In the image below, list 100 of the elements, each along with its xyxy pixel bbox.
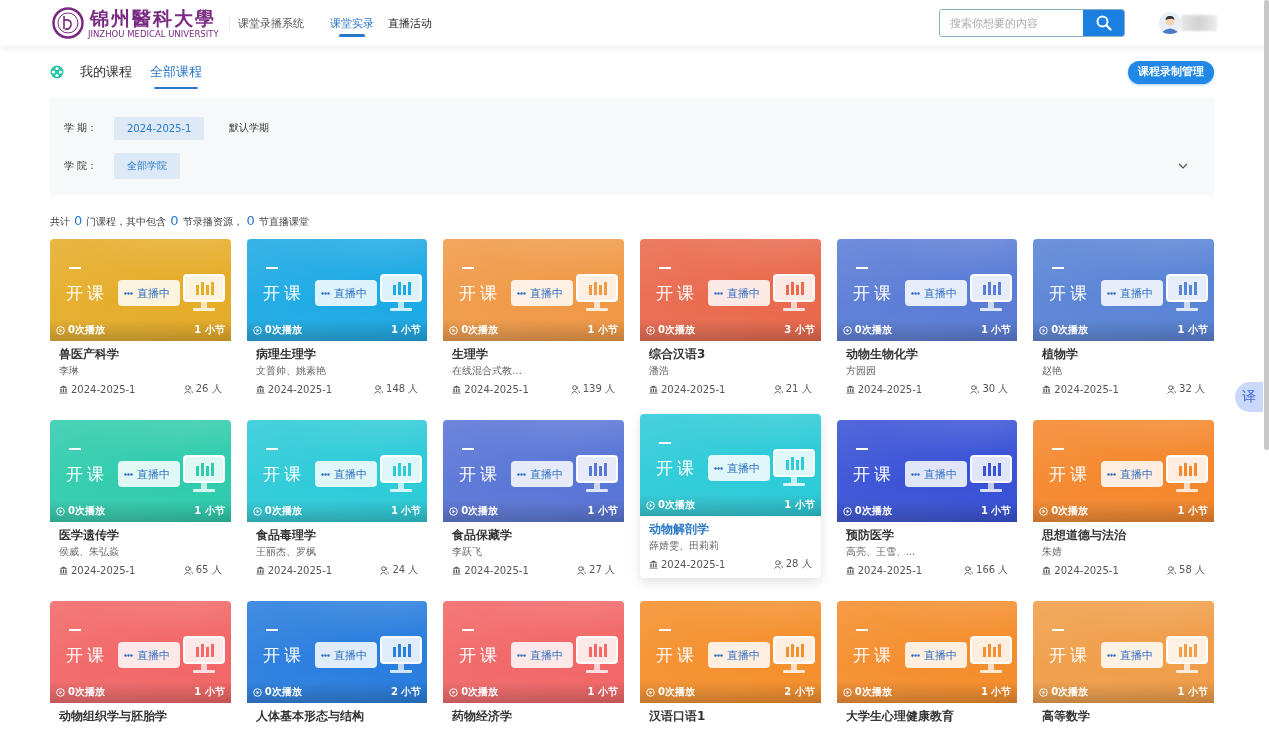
monitor-icon [378,635,423,675]
dash-mark [462,448,475,450]
teacher-names: 在线混合式教... [452,364,523,377]
lesson-count: 1 小节 [194,685,225,699]
monitor-icon [575,454,620,494]
course-tab[interactable]: 我的课程 [78,59,134,85]
play-icon [1039,687,1049,697]
banner-text: 开课 [66,283,108,303]
live-badge: 直播中 [708,280,770,306]
course-title: 植物学 [1042,346,1080,362]
term-label: 2024-2025-1 [255,383,333,395]
play-icon [252,506,262,516]
system-name: 课堂录播系统 [228,15,304,31]
live-badge: 直播中 [904,642,967,668]
play-icon [449,325,459,335]
play-icon [252,325,262,335]
term-label: 2024-2025-1 [649,558,726,570]
monitor-icon [1165,273,1210,313]
play-count: 0次播放 [449,504,499,518]
term-label: 2024-2025-1 [59,383,136,395]
lesson-count: 1 小节 [194,504,225,518]
lesson-count: 3 小节 [784,323,815,337]
play-count: 0次播放 [842,323,892,337]
search-button[interactable] [1083,10,1124,36]
term-label: 2024-2025-1 [845,564,923,576]
play-icon [1039,506,1049,516]
play-count: 0次播放 [1039,685,1089,699]
student-count: 28 人 [773,557,812,571]
live-badge: 直播中 [904,280,967,306]
teacher-names: 文普帅、姚素艳 [255,364,327,377]
building-icon [1042,384,1052,394]
student-count: 30 人 [970,382,1009,396]
people-icon [970,384,980,394]
university-logo[interactable]: 锦州醫科大學 JINZHOU MEDICAL UNIVERSITY [52,7,219,39]
lesson-count: 1 小节 [784,498,815,512]
live-badge: 直播中 [118,642,180,668]
building-icon [452,384,462,394]
student-count: 21 人 [773,382,812,396]
dash-mark [69,448,81,450]
scrollbar[interactable] [1264,0,1269,450]
monitor-icon [182,273,226,313]
play-icon [449,687,459,697]
filter-option[interactable]: 默认学期 [216,115,283,141]
monitor-icon [1165,635,1210,675]
filter-label: 学 期： [64,121,99,135]
dash-mark [265,448,278,450]
lesson-count: 2 小节 [784,685,815,699]
play-count: 0次播放 [646,498,695,512]
play-icon [842,687,852,697]
dash-mark [462,629,475,631]
dots-icon [1107,653,1117,657]
student-count: 27 人 [577,563,615,577]
lesson-count: 1 小节 [1177,504,1208,518]
play-icon [56,506,65,516]
play-count: 0次播放 [56,685,105,699]
lesson-count: 1 小节 [1177,323,1208,337]
dots-icon [124,653,133,657]
course-card[interactable]: 开课 直播中 0次播放 1 小节 动物解剖学 薛婧雯、田莉莉 2024-2025-1 28 人 [640,414,821,578]
live-badge: 直播中 [118,461,180,487]
chevron-down-icon[interactable] [1178,163,1188,169]
play-count: 0次播放 [646,323,695,337]
term-label: 2024-2025-1 [1042,383,1119,395]
play-icon [252,687,262,697]
play-count: 0次播放 [56,504,105,518]
dots-icon [910,291,920,295]
banner-text: 开课 [1049,645,1092,665]
dash-mark [855,629,868,631]
live-badge: 直播中 [904,461,967,487]
monitor-icon [182,635,226,675]
banner-text: 开课 [1049,464,1092,484]
course-title: 预防医学 [845,527,895,543]
manage-recording-button[interactable]: 课程录制管理 [1128,60,1214,84]
nav-link[interactable]: 课堂实录 [329,0,374,46]
student-count: 58 人 [1167,563,1205,577]
banner-text: 开课 [66,645,108,665]
term-label: 2024-2025-1 [255,564,333,576]
avatar-icon[interactable] [1159,12,1181,34]
teacher-names: 王丽杰、罗枫 [255,545,317,558]
filter-option[interactable]: 全部学院 [114,153,180,179]
teacher-names: 方园园 [845,364,877,377]
people-icon [183,384,193,394]
dots-icon [910,472,920,476]
play-icon [56,687,65,697]
filter-option[interactable]: 2024-2025-1 [114,116,205,140]
translate-button[interactable]: 译 [1235,382,1263,412]
dash-mark [69,267,81,269]
dash-mark [1052,448,1065,450]
nav-link[interactable]: 直播活动 [387,0,432,46]
dash-mark [265,629,278,631]
play-count: 0次播放 [449,323,499,337]
course-title: 汉语口语1 [649,708,707,724]
banner-text: 开课 [852,464,895,484]
play-icon [1039,325,1049,335]
search-field[interactable]: 搜索你想要的内容 [939,9,1125,37]
play-count: 0次播放 [842,685,892,699]
course-title: 病理生理学 [255,346,317,362]
course-title: 食品保藏学 [452,527,514,543]
monitor-icon [772,273,816,313]
building-icon [59,565,68,575]
lesson-count: 1 小节 [390,323,422,337]
